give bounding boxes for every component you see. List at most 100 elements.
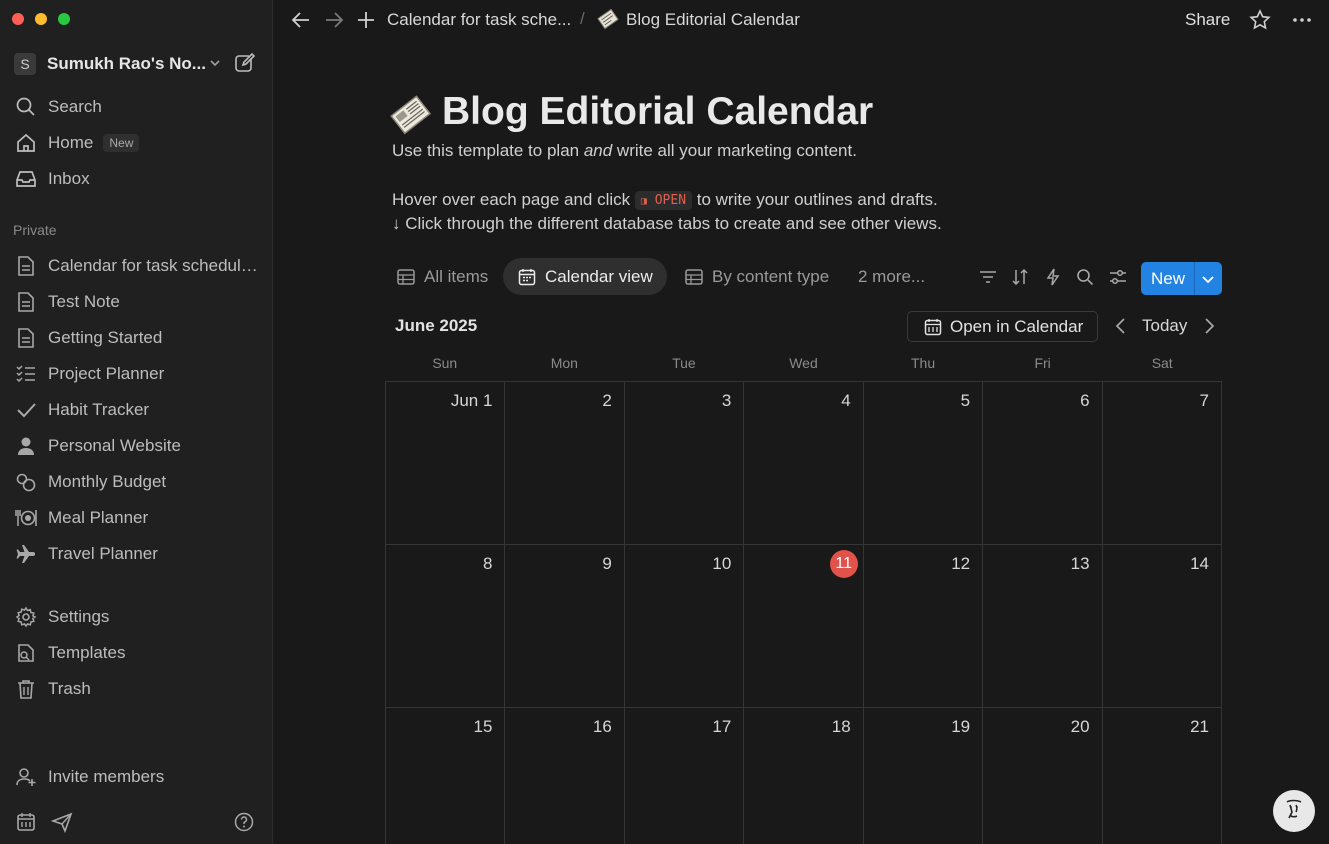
- window-controls: [12, 13, 70, 25]
- calendar-day-cell[interactable]: 20: [983, 708, 1103, 844]
- close-window-button[interactable]: [12, 13, 24, 25]
- chevron-down-icon[interactable]: [1200, 271, 1216, 292]
- sidebar-item-inbox[interactable]: Inbox: [14, 164, 262, 194]
- calendar-day-cell[interactable]: 6: [983, 382, 1103, 545]
- day-number: 12: [951, 554, 971, 573]
- calendar-day-cell[interactable]: 9: [505, 545, 625, 708]
- new-page-icon[interactable]: [234, 52, 256, 79]
- tab-calendar-view[interactable]: Calendar view: [503, 258, 667, 295]
- weekday-label: Sun: [432, 355, 458, 371]
- table-icon: [396, 267, 416, 287]
- forward-arrow-icon[interactable]: [322, 8, 346, 32]
- sidebar-item-search[interactable]: Search: [14, 92, 262, 122]
- calendar-app-icon[interactable]: [14, 810, 38, 834]
- breadcrumb-parent[interactable]: Calendar for task sche...: [387, 10, 571, 30]
- weekday-label: Wed: [789, 355, 818, 371]
- new-badge: New: [103, 134, 140, 152]
- breadcrumb-current[interactable]: Blog Editorial Calendar: [626, 10, 800, 30]
- new-entry-button[interactable]: New: [1141, 262, 1222, 295]
- search-icon: [14, 95, 38, 119]
- sort-icon[interactable]: [1010, 267, 1030, 287]
- sidebar-item-meal-planner[interactable]: Meal Planner: [14, 503, 262, 533]
- day-number: 21: [1190, 717, 1209, 736]
- calendar-day-cell[interactable]: 21: [1103, 708, 1222, 844]
- calendar-day-cell[interactable]: 15: [386, 708, 506, 844]
- open-in-calendar-label: Open in Calendar: [950, 316, 1084, 336]
- sidebar-item-templates[interactable]: Templates: [14, 638, 262, 668]
- next-month-chevron-icon[interactable]: [1202, 317, 1216, 340]
- calendar-day-cell[interactable]: 13: [983, 545, 1103, 708]
- calendar-day-cell[interactable]: 4: [744, 382, 864, 545]
- day-number: 3: [721, 391, 732, 410]
- private-section-label[interactable]: Private: [13, 222, 57, 238]
- back-arrow-icon[interactable]: [289, 8, 313, 32]
- chevron-down-icon[interactable]: [208, 56, 222, 75]
- calendar-day-cell[interactable]: 14: [1102, 545, 1222, 708]
- sidebar-item-settings[interactable]: Settings: [14, 602, 262, 632]
- workspace-switcher[interactable]: S Sumukh Rao's No...: [14, 51, 262, 77]
- sidebar-item-project-planner[interactable]: Project Planner: [14, 359, 262, 389]
- sidebar-item-travel-planner[interactable]: Travel Planner: [14, 539, 262, 569]
- calendar-day-cell[interactable]: 5: [863, 382, 984, 545]
- sidebar-item-label: Meal Planner: [48, 508, 149, 527]
- calendar-day-cell[interactable]: 19: [864, 708, 984, 844]
- ai-assistant-button[interactable]: [1273, 790, 1315, 832]
- sidebar-item-trash[interactable]: Trash: [14, 674, 262, 704]
- calendar-day-cell[interactable]: 8: [386, 545, 506, 708]
- calendar-day-cell[interactable]: 18: [744, 708, 864, 844]
- previous-month-chevron-icon[interactable]: [1114, 317, 1128, 340]
- calendar-day-cell[interactable]: 17: [625, 708, 745, 844]
- description-line-3: ↓ Click through the different database t…: [392, 214, 942, 233]
- day-number: 7: [1199, 391, 1209, 410]
- new-button-divider: [1194, 262, 1195, 295]
- description-text: write all your marketing content.: [612, 141, 857, 160]
- calendar-day-cell[interactable]: 10: [624, 545, 745, 708]
- minimize-window-button[interactable]: [35, 13, 47, 25]
- new-button-label: New: [1151, 268, 1186, 288]
- tab-all-items[interactable]: All items: [388, 258, 502, 295]
- newspaper-icon: [596, 7, 620, 31]
- sidebar-item-habit-tracker[interactable]: Habit Tracker: [14, 395, 262, 425]
- help-icon[interactable]: [232, 810, 256, 834]
- sidebar-item-calendar-for-task-scheduling[interactable]: Calendar for task scheduling: [14, 251, 262, 281]
- sidebar-item-label: Calendar for task scheduling: [48, 256, 258, 275]
- send-icon[interactable]: [50, 810, 74, 834]
- calendar-day-cell[interactable]: 3: [624, 382, 745, 545]
- calendar-day-cell[interactable]: 2: [505, 382, 625, 545]
- weekday-label: Fri: [1034, 355, 1051, 371]
- more-options-icon[interactable]: [1290, 8, 1314, 32]
- star-icon[interactable]: [1248, 8, 1272, 32]
- calendar-icon: [517, 267, 537, 287]
- view-settings-icon[interactable]: [1108, 267, 1128, 287]
- sidebar-item-personal-website[interactable]: Personal Website: [14, 431, 262, 461]
- calendar-day-cell[interactable]: 12: [863, 545, 984, 708]
- sidebar-item-monthly-budget[interactable]: Monthly Budget: [14, 467, 262, 497]
- tab-more-views[interactable]: 2 more...: [850, 258, 939, 295]
- sidebar-item-getting-started[interactable]: Getting Started: [14, 323, 262, 353]
- budget-icon: [14, 470, 38, 494]
- calendar-day-cell-today[interactable]: 11: [744, 545, 864, 708]
- open-in-calendar-button[interactable]: Open in Calendar: [907, 311, 1098, 342]
- calendar-day-cell[interactable]: Jun 1: [386, 382, 506, 545]
- page-newspaper-icon[interactable]: [388, 92, 432, 136]
- today-button[interactable]: Today: [1142, 316, 1187, 336]
- day-number: 9: [602, 554, 612, 573]
- filter-icon[interactable]: [978, 267, 998, 287]
- zoom-window-button[interactable]: [58, 13, 70, 25]
- calendar-day-cell[interactable]: 16: [505, 708, 625, 844]
- sidebar: S Sumukh Rao's No... Search Home New Inb…: [0, 0, 273, 844]
- breadcrumb-separator: /: [580, 9, 585, 28]
- tab-by-content-type[interactable]: By content type: [676, 258, 843, 295]
- share-button[interactable]: Share: [1185, 10, 1230, 30]
- automation-lightning-icon[interactable]: [1043, 267, 1063, 287]
- page-title[interactable]: Blog Editorial Calendar: [442, 90, 873, 134]
- add-page-icon[interactable]: [354, 8, 378, 32]
- sidebar-item-label: Home: [48, 133, 94, 152]
- sidebar-item-label: Invite members: [48, 767, 165, 786]
- search-icon[interactable]: [1075, 267, 1095, 287]
- weekday-header-row: Sun Mon Tue Wed Thu Fri Sat: [385, 350, 1222, 381]
- sidebar-item-home[interactable]: Home New: [14, 128, 262, 158]
- sidebar-item-test-note[interactable]: Test Note: [14, 287, 262, 317]
- invite-members-button[interactable]: Invite members: [14, 762, 262, 792]
- calendar-day-cell[interactable]: 7: [1102, 382, 1222, 545]
